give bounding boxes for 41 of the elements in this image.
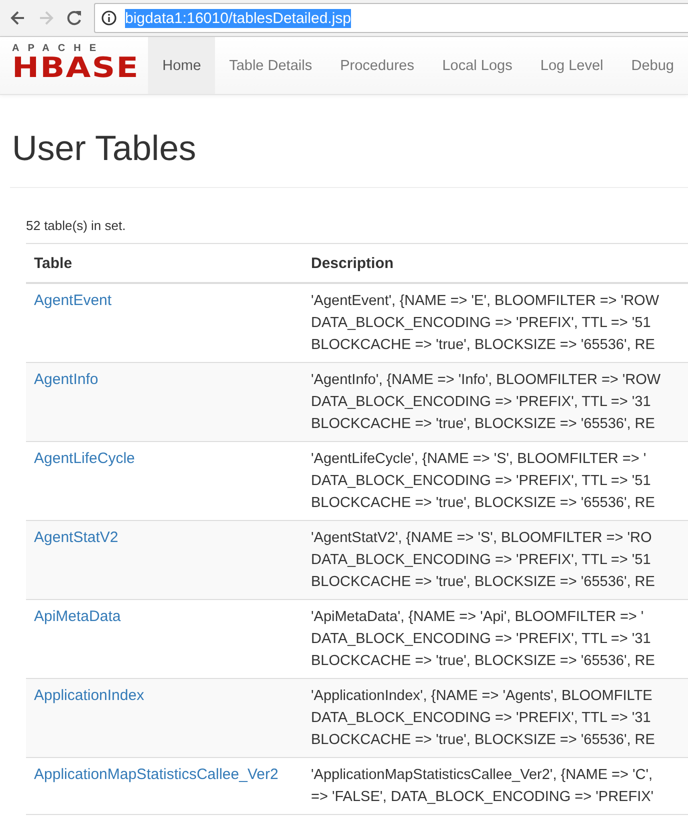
description-text: DATA_BLOCK_ENCODING => 'PREFIX', TTL => '31 [311,709,652,728]
description-text: 'AgentLifeCycle', {NAME => 'S', BLOOMFILTER => ' [311,450,648,469]
description-text: BLOCKCACHE => 'true', BLOCKSIZE => '65536', RE [311,494,656,513]
table-link[interactable]: ApplicationIndex [34,687,144,704]
description-text: BLOCKCACHE => 'true', BLOCKSIZE => '65536', RE [311,731,656,750]
nav-link[interactable]: Home [148,37,216,94]
table-link[interactable]: AgentInfo [34,371,98,388]
description-text: 'ApiMetaData', {NAME => 'Api', BLOOMFILTER => ' [311,608,645,627]
description-text: DATA_BLOCK_ENCODING => 'PREFIX', TTL => '51 [311,551,652,570]
nav-link[interactable]: Debug [617,37,688,94]
description-text: 'AgentEvent', {NAME => 'E', BLOOMFILTER => 'ROW [311,292,660,311]
info-icon [101,10,117,26]
description-text: BLOCKCACHE => 'true', BLOCKSIZE => '65536', RE [311,573,656,592]
description-text: 'AgentStatV2', {NAME => 'S', BLOOMFILTER => 'RO [311,529,653,548]
description-text: BLOCKCACHE => 'true', BLOCKSIZE => '65536', RE [311,415,656,434]
address-bar[interactable]: bigdata1:16010/tablesDetailed.jsp [94,3,688,33]
description-text: DATA_BLOCK_ENCODING => 'PREFIX', TTL => '51 [311,472,652,491]
logo[interactable]: APACHE HBASE [0,37,134,94]
description-text: DATA_BLOCK_ENCODING => 'PREFIX', TTL => '31 [311,393,652,412]
column-header: Table [33,254,74,272]
description-text: DATA_BLOCK_ENCODING => 'PREFIX', TTL => '31 [311,630,652,649]
table-count: 52 table(s) in set. [26,218,127,233]
nav-link[interactable]: Table Details [215,37,326,94]
description-text: BLOCKCACHE => 'true', BLOCKSIZE => '65536', RE [311,652,656,671]
description-text: 'AgentInfo', {NAME => 'Info', BLOOMFILTER => 'ROW [311,371,662,390]
nav-link[interactable]: Procedures [326,37,428,94]
description-text: BLOCKCACHE => 'true', BLOCKSIZE => '65536', RE [311,336,656,355]
description-text: 'ApplicationMapStatisticsCallee_Ver2', {NAME => 'C', [311,766,654,785]
column-header: Description [311,254,395,272]
table-link[interactable]: AgentEvent [34,292,112,309]
description-text: 'ApplicationIndex', {NAME => 'Agents', BLOOMFILTE [311,687,654,706]
table-link[interactable]: AgentStatV2 [34,529,118,546]
nav-link[interactable]: Local Logs [428,37,526,94]
description-text: => 'FALSE', DATA_BLOCK_ENCODING => 'PREFIX' [311,788,655,807]
page-title: User Tables [12,129,198,169]
nav-link[interactable]: Log Level [526,37,618,94]
description-text: DATA_BLOCK_ENCODING => 'PREFIX', TTL => '51 [311,314,652,333]
url-text: bigdata1:16010/tablesDetailed.jsp [125,8,352,28]
table-link[interactable]: AgentLifeCycle [34,450,135,467]
table-link[interactable]: ApplicationMapStatisticsCallee_Ver2 [34,766,278,783]
table-link[interactable]: ApiMetaData [34,608,121,625]
